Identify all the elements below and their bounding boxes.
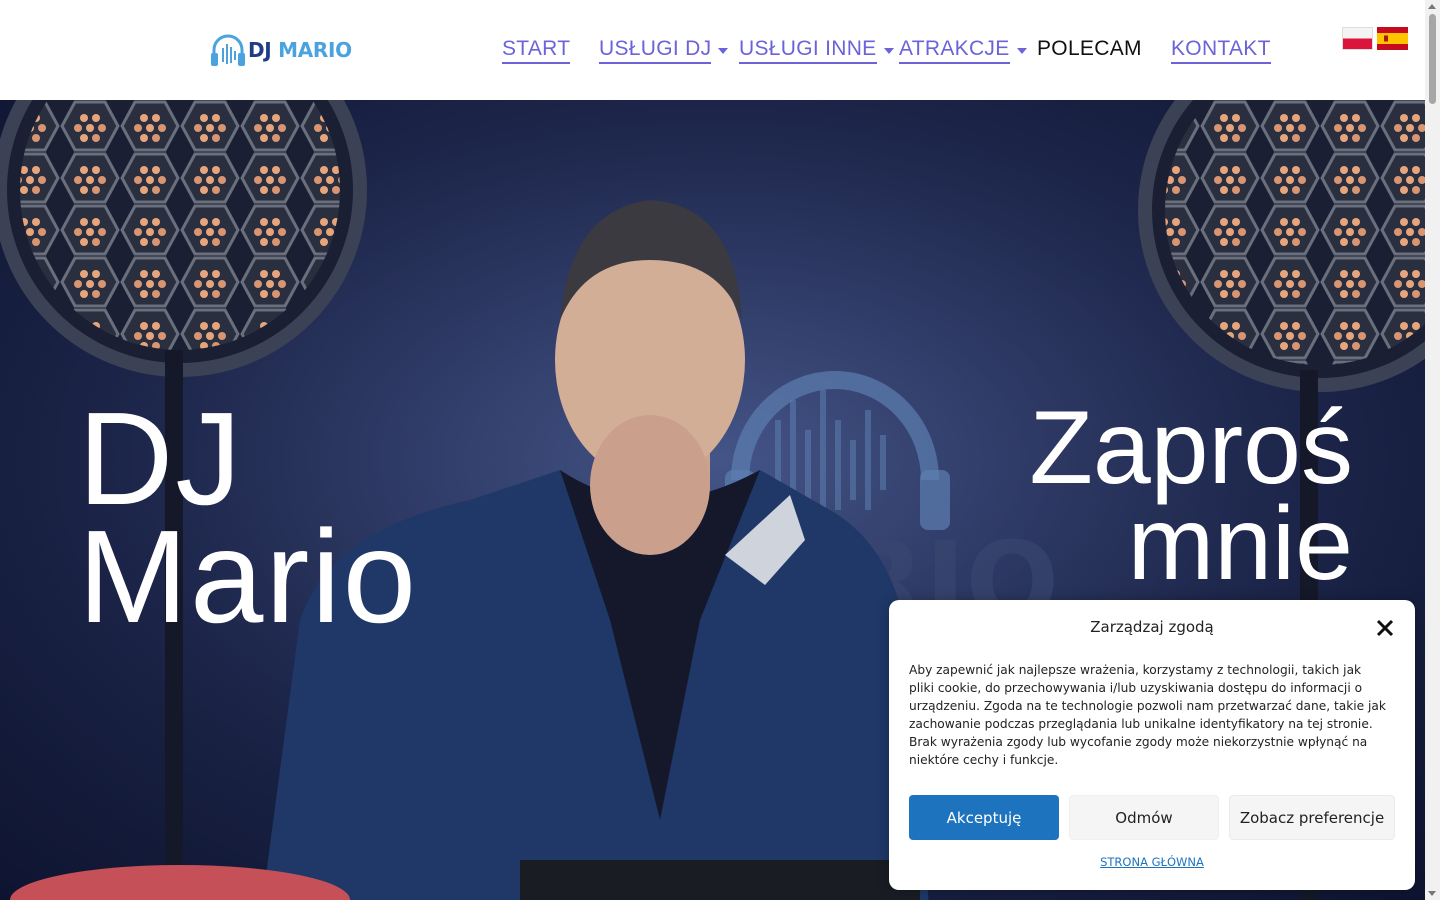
scroll-up-icon[interactable] [1428, 4, 1436, 9]
hero-title-right: Zaproś mnie [1029, 390, 1353, 602]
nav-item-uslugi-inne[interactable]: USŁUGI INNE [739, 34, 894, 66]
scroll-down-icon[interactable] [1428, 891, 1436, 896]
preferences-button[interactable]: Zobacz preferencje [1229, 795, 1395, 840]
nav-item-label[interactable]: ATRAKCJE [899, 36, 1010, 64]
deny-button[interactable]: Odmów [1069, 795, 1219, 840]
nav-item-label[interactable]: USŁUGI DJ [599, 36, 712, 64]
page-scrollbar[interactable] [1425, 0, 1440, 900]
site-header: DJ MARIO START USŁUGI DJ USŁUGI INNE ATR… [0, 0, 1425, 100]
hero-title-left: DJ Mario [78, 385, 419, 650]
scrollbar-thumb[interactable] [1429, 14, 1436, 104]
nav-item-label[interactable]: USŁUGI INNE [739, 36, 877, 64]
consent-body: Aby zapewnić jak najlepsze wrażenia, kor… [909, 663, 1386, 767]
hero-title-line: Mario [78, 503, 419, 650]
flag-poland-icon[interactable] [1342, 27, 1373, 50]
close-icon[interactable] [1375, 618, 1395, 638]
main-nav: START USŁUGI DJ USŁUGI INNE ATRAKCJE POL… [0, 34, 1425, 66]
hero-title-line: mnie [1127, 486, 1353, 602]
chevron-down-icon[interactable] [718, 48, 729, 54]
nav-item-start[interactable]: START [502, 34, 571, 66]
accept-button[interactable]: Akceptuję [909, 795, 1059, 840]
nav-item-kontakt[interactable]: KONTAKT [1171, 34, 1271, 66]
nav-item-polecam[interactable]: POLECAM [1037, 34, 1142, 66]
hero-title-line: Zaproś [1029, 390, 1353, 506]
home-link[interactable]: STRONA GŁÓWNA [889, 855, 1415, 869]
consent-title: Zarządzaj zgodą [1090, 618, 1214, 636]
chevron-down-icon[interactable] [883, 48, 894, 54]
nav-item-label[interactable]: START [502, 36, 571, 64]
chevron-down-icon[interactable] [1016, 48, 1027, 54]
hero-title-line: DJ [78, 385, 244, 532]
nav-item-label[interactable]: KONTAKT [1171, 36, 1271, 64]
nav-item-atrakcje[interactable]: ATRAKCJE [899, 34, 1027, 66]
nav-item-label[interactable]: POLECAM [1037, 36, 1142, 64]
nav-item-uslugi-dj[interactable]: USŁUGI DJ [599, 34, 729, 66]
cookie-consent-dialog: Zarządzaj zgodą Aby zapewnić jak najleps… [889, 600, 1415, 890]
flag-spain-icon[interactable] [1377, 27, 1408, 50]
